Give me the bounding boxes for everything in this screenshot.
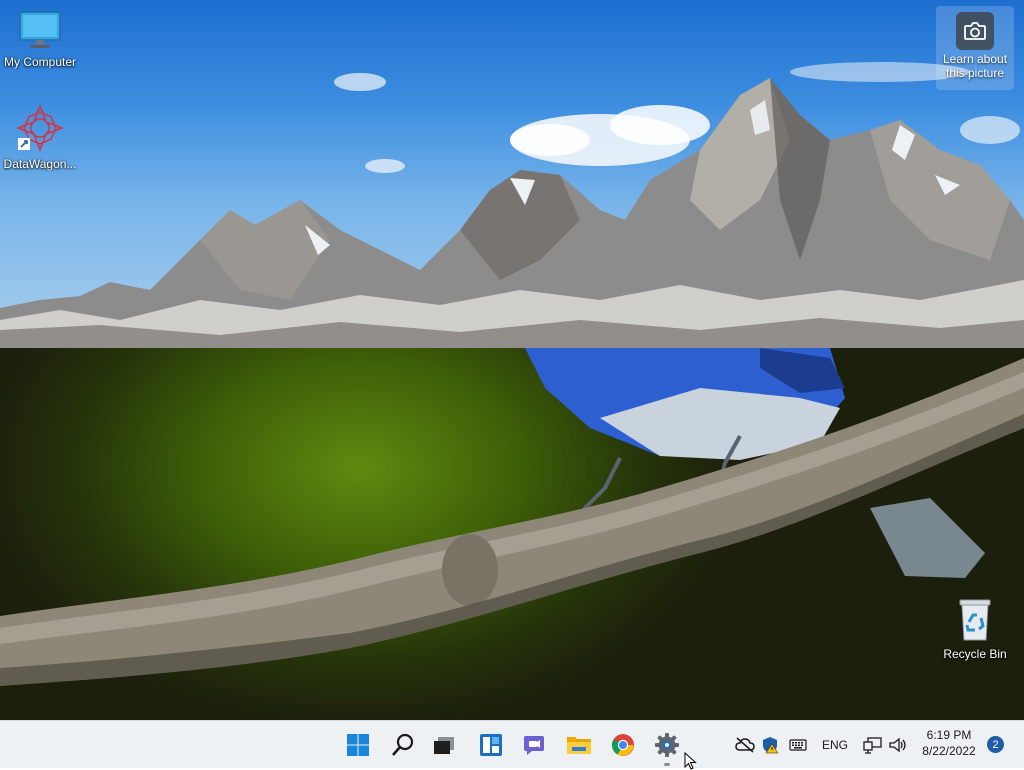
desktop-icon-datawagon[interactable]: DataWagon... — [0, 103, 80, 171]
bird-scene — [0, 348, 1024, 686]
desktop-icon-label: Recycle Bin — [943, 647, 1007, 661]
monitor-icon — [19, 11, 61, 48]
keyboard-icon — [789, 739, 807, 751]
security-tray-button[interactable] — [760, 733, 780, 757]
chrome-button[interactable] — [605, 727, 641, 763]
settings-button[interactable] — [649, 727, 685, 766]
clock-time: 6:19 PM — [926, 728, 972, 742]
clock-date: 8/22/2022 — [922, 744, 976, 758]
folder-icon — [567, 737, 591, 754]
camera-icon — [956, 12, 994, 50]
language-indicator[interactable]: ENG — [818, 733, 852, 757]
file-explorer-button[interactable] — [561, 727, 597, 763]
desktop-icon-recycle-bin[interactable]: Recycle Bin — [935, 596, 1015, 661]
chat-button[interactable] — [516, 727, 552, 763]
clock[interactable]: 6:19 PM 8/22/2022 — [914, 727, 984, 759]
desktop-icon-my-computer[interactable]: My Computer — [0, 10, 80, 69]
running-indicator — [664, 763, 670, 766]
task-view-icon — [434, 737, 454, 754]
keyboard-tray-button[interactable] — [788, 733, 808, 757]
windows-start-icon — [347, 734, 369, 756]
onedrive-tray-button[interactable] — [735, 733, 755, 757]
chrome-icon — [612, 734, 634, 756]
desktop: My Computer DataWagon... Recycle Bin Lea… — [0, 0, 1024, 720]
widgets-button[interactable] — [473, 727, 509, 763]
app-shortcut-icon — [15, 103, 65, 153]
learn-about-picture-widget[interactable]: Learn about this picture — [936, 6, 1014, 90]
search-icon — [392, 733, 414, 756]
gear-icon — [655, 733, 679, 757]
search-button[interactable] — [385, 727, 421, 763]
volume-tray-button[interactable] — [887, 733, 909, 757]
network-tray-button[interactable] — [862, 733, 884, 757]
mouse-cursor-icon — [684, 752, 697, 770]
recycle-bin-icon — [959, 599, 991, 641]
mountain-scene — [0, 62, 1024, 348]
desktop-icon-label: My Computer — [3, 55, 77, 69]
start-button[interactable] — [340, 727, 376, 763]
speaker-icon — [889, 737, 906, 753]
network-icon — [863, 737, 882, 754]
task-view-button[interactable] — [426, 727, 462, 763]
security-shield-icon — [763, 737, 779, 754]
cloud-offline-icon — [735, 737, 755, 753]
chat-icon — [524, 736, 544, 755]
wallpaper-mountains — [0, 0, 1024, 348]
taskbar: ENG 6:19 PM 8/22/2022 — [0, 720, 1024, 768]
widgets-icon — [480, 734, 502, 756]
desktop-icon-label: DataWagon... — [3, 157, 77, 171]
learn-about-picture-label: Learn about this picture — [942, 52, 1008, 80]
notification-badge[interactable]: 2 — [987, 736, 1004, 753]
wallpaper-bird — [0, 348, 1024, 720]
